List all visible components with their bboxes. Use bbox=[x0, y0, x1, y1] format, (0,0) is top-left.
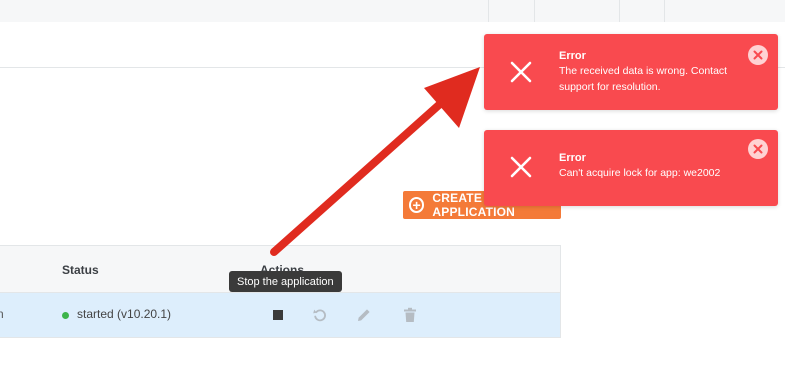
toast-title: Error bbox=[559, 152, 586, 164]
restart-button[interactable] bbox=[310, 305, 330, 325]
close-icon bbox=[753, 50, 763, 60]
table-row[interactable]: n started (v10.20.1) bbox=[0, 293, 560, 337]
top-toolbar bbox=[0, 0, 785, 67]
error-toast: Error The received data is wrong. Contac… bbox=[484, 34, 778, 110]
plus-circle-icon: + bbox=[409, 197, 425, 213]
application-name: n bbox=[0, 307, 4, 321]
status-indicator bbox=[62, 312, 69, 319]
stop-button[interactable] bbox=[268, 305, 288, 325]
close-icon bbox=[753, 144, 763, 154]
stop-tooltip: Stop the application bbox=[229, 271, 342, 292]
delete-button[interactable] bbox=[400, 305, 420, 325]
error-x-icon bbox=[510, 61, 532, 83]
application-status: started (v10.20.1) bbox=[77, 307, 172, 321]
delete-icon bbox=[404, 307, 416, 322]
status-column-header: Status bbox=[62, 263, 99, 277]
toast-close-button[interactable] bbox=[748, 139, 768, 159]
restart-icon bbox=[313, 309, 326, 322]
toast-message: The received data is wrong. Contact supp… bbox=[559, 65, 728, 93]
stop-icon bbox=[273, 310, 283, 320]
toast-close-button[interactable] bbox=[748, 45, 768, 65]
edit-button[interactable] bbox=[354, 305, 374, 325]
error-x-icon bbox=[510, 156, 532, 178]
edit-icon bbox=[358, 309, 370, 321]
toast-title: Error bbox=[559, 50, 586, 62]
toast-message: Can't acquire lock for app: we2002 bbox=[559, 167, 721, 179]
error-toast: Error Can't acquire lock for app: we2002 bbox=[484, 130, 778, 206]
